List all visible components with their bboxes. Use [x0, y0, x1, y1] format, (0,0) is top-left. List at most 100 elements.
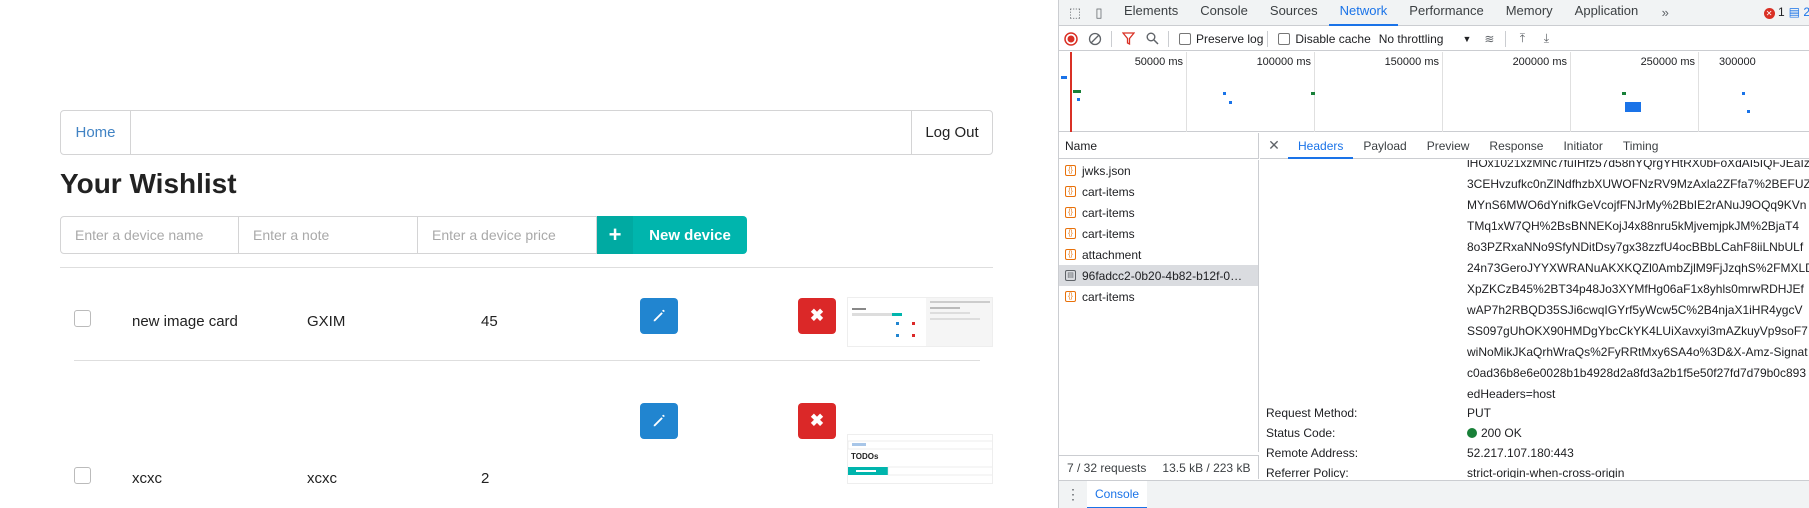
network-overview-timeline[interactable]: 50000 ms 100000 ms 150000 ms 200000 ms 2…: [1059, 52, 1809, 132]
header-key: Request Method:: [1266, 406, 1358, 420]
device-name-input[interactable]: [60, 216, 239, 254]
search-icon[interactable]: [1140, 27, 1164, 51]
inspect-element-icon[interactable]: ⬚: [1067, 5, 1083, 21]
wishlist-row: new image card GXIM 45 ✖: [0, 285, 1058, 365]
tab-initiator[interactable]: Initiator: [1553, 133, 1612, 159]
error-count: 1: [1777, 5, 1785, 19]
thumbnail-title: TODOs: [851, 452, 879, 461]
header-row: Status Code: 200 OK: [1266, 423, 1806, 443]
request-row[interactable]: {} attachment: [1059, 244, 1258, 265]
error-badge: ✕ 1: [1763, 5, 1785, 19]
message-badge: ▤ 2: [1789, 5, 1809, 19]
item-image-thumbnail[interactable]: [847, 297, 993, 347]
toolbar-separator: [1168, 30, 1169, 47]
new-device-button[interactable]: + New device: [597, 216, 747, 254]
request-row[interactable]: {} cart-items: [1059, 223, 1258, 244]
request-name: cart-items: [1082, 184, 1135, 199]
request-count: 7 / 32 requests: [1067, 460, 1147, 475]
document-icon: ▤: [1065, 270, 1076, 281]
close-icon[interactable]: ✕: [1260, 133, 1288, 159]
checkbox-box: [1278, 32, 1291, 45]
network-status-bar: 7 / 32 requests 13.5 kB / 223 kB: [1059, 455, 1259, 479]
device-toolbar-icon[interactable]: ▯: [1091, 5, 1107, 21]
grid-line: [1442, 52, 1443, 132]
timeline-label: 50000 ms: [1134, 56, 1183, 68]
tab-performance[interactable]: Performance: [1398, 0, 1494, 26]
preserve-log-checkbox[interactable]: Preserve log: [1179, 32, 1263, 46]
row-divider: [74, 360, 980, 361]
tab-preview[interactable]: Preview: [1417, 133, 1480, 159]
more-options-icon[interactable]: ⋮: [1059, 486, 1087, 503]
transferred-size: 13.5 kB / 223 kB: [1162, 460, 1251, 475]
import-har-icon[interactable]: ⤒: [1510, 27, 1534, 51]
clear-icon[interactable]: [1083, 27, 1107, 51]
network-conditions-icon[interactable]: ≋: [1477, 27, 1501, 51]
name-column-header[interactable]: Name: [1059, 133, 1259, 159]
request-detail-tabs: ✕ Headers Payload Preview Response Initi…: [1260, 133, 1809, 159]
device-price-input[interactable]: [418, 216, 597, 254]
header-value: PUT: [1467, 406, 1491, 420]
xhr-icon: {}: [1065, 228, 1076, 239]
tab-payload[interactable]: Payload: [1353, 133, 1416, 159]
item-image-thumbnail[interactable]: TODOs: [847, 434, 993, 484]
logout-button[interactable]: Log Out: [911, 111, 992, 154]
tab-sources[interactable]: Sources: [1259, 0, 1329, 26]
tab-application[interactable]: Application: [1564, 0, 1650, 26]
nav-home-link[interactable]: Home: [61, 111, 131, 154]
disable-cache-checkbox[interactable]: Disable cache: [1278, 32, 1371, 46]
error-icon: ✕: [1763, 8, 1775, 19]
xhr-icon: {}: [1065, 291, 1076, 302]
devtools-badges[interactable]: ✕ 1 ▤ 2: [1763, 5, 1809, 19]
tab-headers[interactable]: Headers: [1288, 133, 1354, 159]
row-checkbox[interactable]: [74, 310, 91, 327]
pencil-icon: [653, 309, 665, 322]
delete-button[interactable]: ✖: [798, 403, 836, 439]
tab-elements[interactable]: Elements: [1113, 0, 1189, 26]
status-ok-icon: [1467, 428, 1477, 438]
tab-timing[interactable]: Timing: [1613, 133, 1669, 159]
request-url-line: TMq1xW7QH%2BsBNNEKojJ4x88nru5kMjvemjpkJM…: [1467, 219, 1800, 233]
request-url-line: 3CEHvzufkc0nZlNdfhzbXUWOFNzRV9MzAxla2ZFf…: [1467, 177, 1809, 191]
tab-memory[interactable]: Memory: [1495, 0, 1564, 26]
request-row[interactable]: {} jwks.json: [1059, 160, 1258, 181]
tab-response[interactable]: Response: [1479, 133, 1553, 159]
devtools-drawer: ⋮ Console: [1059, 480, 1809, 508]
record-stop-icon[interactable]: [1059, 27, 1083, 51]
device-note-input[interactable]: [239, 216, 418, 254]
tab-console[interactable]: Console: [1189, 0, 1259, 26]
edit-button[interactable]: [640, 298, 678, 334]
filter-icon[interactable]: [1116, 27, 1140, 51]
request-url-line: wiNoMikJKaQrhWraQs%2FyRRtMxy6SA4o%3D&X-A…: [1467, 345, 1808, 359]
new-device-label: New device: [649, 226, 731, 244]
close-icon: ✖: [809, 411, 825, 430]
edit-button[interactable]: [640, 403, 678, 439]
timeline-label: 100000 ms: [1256, 56, 1311, 68]
request-row[interactable]: {} cart-items: [1059, 181, 1258, 202]
drawer-tab-console[interactable]: Console: [1087, 480, 1148, 508]
request-row-selected[interactable]: ▤ 96fadcc2-0b20-4b82-b12f-0…: [1059, 265, 1258, 286]
timeline-mark: [1229, 101, 1232, 104]
header-value: strict-origin-when-cross-origin: [1467, 466, 1625, 478]
delete-button[interactable]: ✖: [798, 298, 836, 334]
timeline-cursor: [1070, 52, 1072, 132]
timeline-mark: [1077, 98, 1080, 101]
message-icon: ▤: [1788, 5, 1800, 19]
grid-line: [1186, 52, 1187, 132]
more-tabs-icon[interactable]: »: [1657, 5, 1673, 21]
request-row[interactable]: {} cart-items: [1059, 202, 1258, 223]
request-url-line: edHeaders=host: [1467, 387, 1556, 401]
row-checkbox[interactable]: [74, 467, 91, 484]
request-name: 96fadcc2-0b20-4b82-b12f-0…: [1082, 268, 1243, 283]
tab-network[interactable]: Network: [1328, 0, 1399, 26]
request-url-line: lHOx1021xzMNc7fuIHfz57d58nYQrgYHtRX0bFoX…: [1467, 160, 1809, 170]
request-url-line: c0ad36b8e6e0028b1b4928d2a8fd3a2b1f5e50f2…: [1467, 366, 1807, 380]
toolbar-separator: [1111, 30, 1112, 47]
app-viewport: Home Log Out Your Wishlist + New device …: [0, 0, 1058, 508]
throttling-select[interactable]: No throttling ▼: [1379, 32, 1472, 46]
timeline-mark: [1742, 92, 1745, 95]
request-row[interactable]: {} cart-items: [1059, 286, 1258, 307]
request-url-line: 24n73GeroJYYXWRANuAKXKQZl0AmbZjlM9FjJzqh…: [1467, 261, 1809, 275]
top-navbar: Home Log Out: [60, 110, 993, 155]
export-har-icon[interactable]: ⤓: [1534, 27, 1558, 51]
